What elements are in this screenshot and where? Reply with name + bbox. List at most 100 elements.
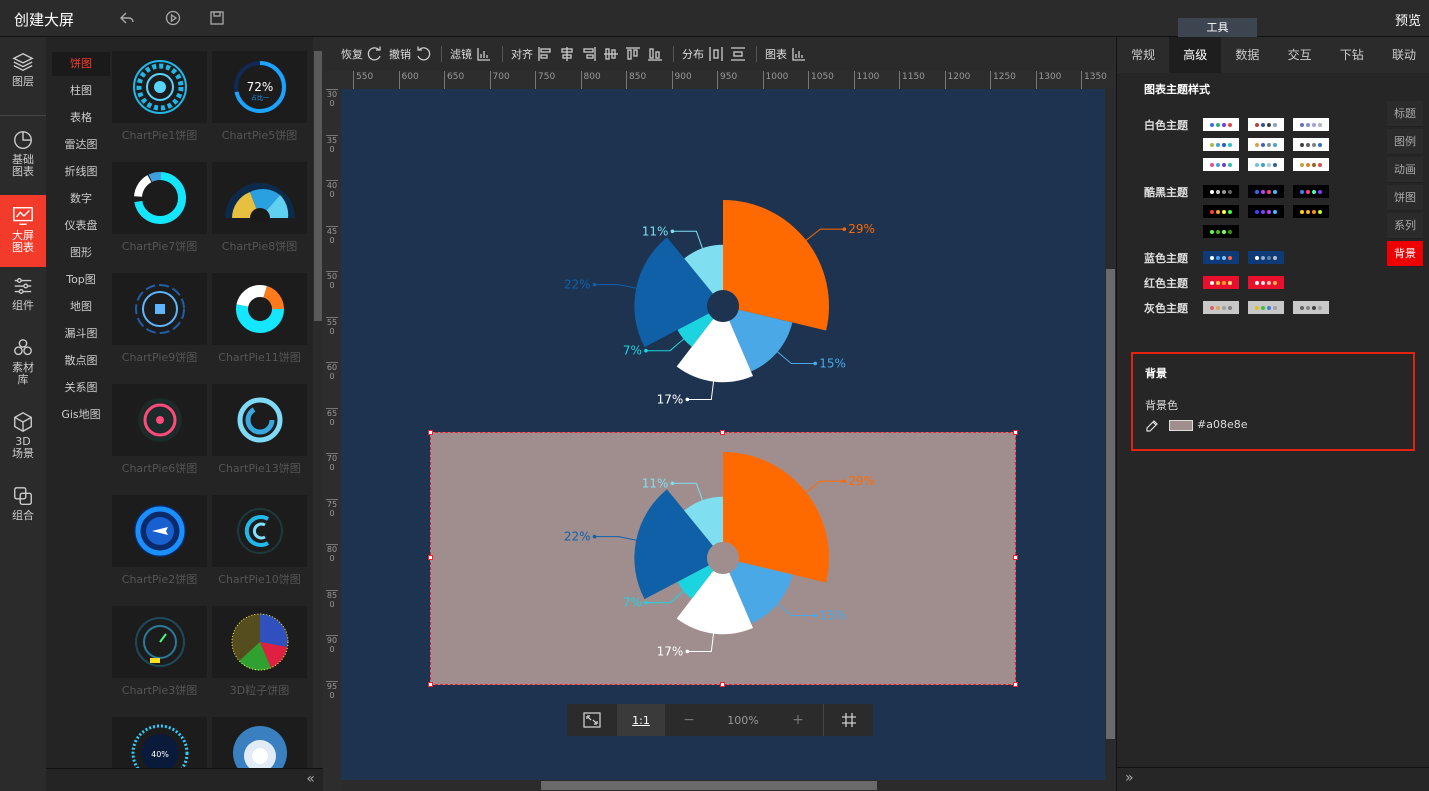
resize-handle[interactable] (428, 555, 433, 560)
theme-swatch[interactable] (1293, 158, 1329, 171)
tab-5[interactable]: 联动 (1378, 37, 1429, 73)
nav-item-3d-scene[interactable]: 3D场景 (0, 411, 46, 467)
distribute-h-icon[interactable] (708, 46, 724, 62)
align-right-icon[interactable] (581, 46, 597, 62)
align-bottom-icon[interactable] (647, 46, 663, 62)
canvas-horizontal-scrollbar[interactable] (341, 780, 1105, 791)
theme-swatch[interactable] (1248, 276, 1284, 289)
resize-handle[interactable] (720, 682, 725, 687)
align-left-icon[interactable] (537, 46, 553, 62)
theme-swatch[interactable] (1248, 251, 1284, 264)
pie-chart-top[interactable]: 29% 15% 17% 7% 22% 11% (560, 190, 880, 420)
theme-swatch[interactable] (1293, 205, 1329, 218)
side-tab-2[interactable]: 动画 (1387, 157, 1423, 183)
category-item[interactable]: 雷达图 (52, 133, 110, 157)
scroll-thumb[interactable] (1106, 269, 1115, 739)
gallery-item[interactable] (212, 717, 307, 768)
gallery-item[interactable]: 72% 占比一 ChartPie5饼图 (212, 51, 307, 143)
theme-swatch[interactable] (1203, 301, 1239, 314)
nav-item-group[interactable]: 组合 (0, 485, 46, 531)
theme-swatch[interactable] (1203, 158, 1239, 171)
zoom-1to1-button[interactable]: 1:1 (617, 704, 665, 736)
category-item[interactable]: 关系图 (52, 376, 110, 400)
chart-label[interactable]: 图表 (765, 46, 787, 62)
gallery-item[interactable]: ChartPie7饼图 (112, 162, 207, 254)
tab-4[interactable]: 下钻 (1326, 37, 1378, 73)
category-item[interactable]: 图形 (52, 241, 110, 265)
category-item[interactable]: 仪表盘 (52, 214, 110, 238)
side-tab-1[interactable]: 图例 (1387, 129, 1423, 155)
category-item[interactable]: 饼图 (52, 52, 110, 76)
theme-swatch[interactable] (1203, 118, 1239, 131)
undo-label[interactable]: 撤销 (389, 46, 411, 62)
category-item[interactable]: 漏斗图 (52, 322, 110, 346)
theme-swatch[interactable] (1248, 138, 1284, 151)
theme-swatch[interactable] (1203, 205, 1239, 218)
gallery-item[interactable]: ChartPie1饼图 (112, 51, 207, 143)
filter-label[interactable]: 滤镜 (450, 46, 472, 62)
tab-0[interactable]: 常规 (1117, 37, 1169, 73)
gallery-item[interactable]: ChartPie10饼图 (212, 495, 307, 587)
nav-item-materials[interactable]: 素材库 (0, 337, 46, 393)
scroll-thumb[interactable] (541, 781, 877, 790)
canvas-vertical-scrollbar[interactable] (1105, 89, 1116, 791)
category-item[interactable]: 散点图 (52, 349, 110, 373)
align-center-icon[interactable] (559, 46, 575, 62)
gallery-scrollbar[interactable] (313, 37, 323, 768)
resize-handle[interactable] (1013, 430, 1018, 435)
grid-icon[interactable] (823, 704, 873, 736)
category-item[interactable]: 折线图 (52, 160, 110, 184)
tab-3[interactable]: 交互 (1274, 37, 1326, 73)
scroll-thumb[interactable] (314, 51, 322, 321)
gallery-item[interactable]: ChartPie6饼图 (112, 384, 207, 476)
bar-chart-icon[interactable] (476, 46, 492, 62)
align-middle-icon[interactable] (603, 46, 619, 62)
theme-swatch[interactable] (1293, 138, 1329, 151)
background-color-value[interactable]: #a08e8e (1197, 418, 1248, 431)
preview-button[interactable]: 预览 (1395, 10, 1421, 29)
tab-1[interactable]: 高级 (1169, 37, 1222, 73)
category-item[interactable]: Top图 (52, 268, 110, 292)
side-tab-0[interactable]: 标题 (1387, 101, 1423, 127)
redo-icon[interactable] (367, 46, 383, 62)
category-item[interactable]: 地图 (52, 295, 110, 319)
side-tab-5[interactable]: 背景 (1387, 241, 1423, 267)
resize-handle[interactable] (428, 682, 433, 687)
theme-swatch[interactable] (1203, 225, 1239, 238)
save-icon[interactable] (209, 10, 225, 26)
nav-item-screen-charts[interactable]: 大屏图表 (0, 195, 46, 267)
back-icon[interactable] (119, 10, 135, 26)
redo-label[interactable]: 恢复 (341, 46, 363, 62)
side-tab-4[interactable]: 系列 (1387, 213, 1423, 239)
category-item[interactable]: 柱图 (52, 79, 110, 103)
theme-swatch[interactable] (1248, 301, 1284, 314)
color-picker-icon[interactable] (1145, 418, 1159, 432)
gallery-item[interactable]: ChartPie13饼图 (212, 384, 307, 476)
theme-swatch[interactable] (1203, 185, 1239, 198)
theme-swatch[interactable] (1248, 158, 1284, 171)
zoom-out-button[interactable]: − (665, 704, 713, 736)
zoom-in-button[interactable]: + (773, 704, 823, 736)
theme-swatch[interactable] (1248, 205, 1284, 218)
align-top-icon[interactable] (625, 46, 641, 62)
theme-swatch[interactable] (1203, 251, 1239, 264)
gallery-item[interactable]: ChartPie9饼图 (112, 273, 207, 365)
collapse-left-icon[interactable]: « (306, 771, 315, 787)
gallery-item[interactable]: ChartPie2饼图 (112, 495, 207, 587)
resize-handle[interactable] (1013, 555, 1018, 560)
side-tab-3[interactable]: 饼图 (1387, 185, 1423, 211)
nav-item-components[interactable]: 组件 (0, 275, 46, 321)
gallery-item[interactable]: ChartPie3饼图 (112, 606, 207, 698)
category-item[interactable]: 数字 (52, 187, 110, 211)
distribute-label[interactable]: 分布 (682, 46, 704, 62)
fit-screen-icon[interactable] (567, 704, 617, 736)
background-color-swatch[interactable] (1169, 420, 1193, 431)
align-label[interactable]: 对齐 (511, 46, 533, 62)
gallery-item[interactable]: ChartPie11饼图 (212, 273, 307, 365)
theme-swatch[interactable] (1293, 185, 1329, 198)
nav-item-basic-charts[interactable]: 基础图表 (0, 129, 46, 181)
nav-item-layers[interactable]: 图层 (0, 51, 46, 111)
theme-swatch[interactable] (1203, 138, 1239, 151)
tab-2[interactable]: 数据 (1221, 37, 1273, 73)
collapse-right-icon[interactable]: » (1125, 770, 1134, 786)
